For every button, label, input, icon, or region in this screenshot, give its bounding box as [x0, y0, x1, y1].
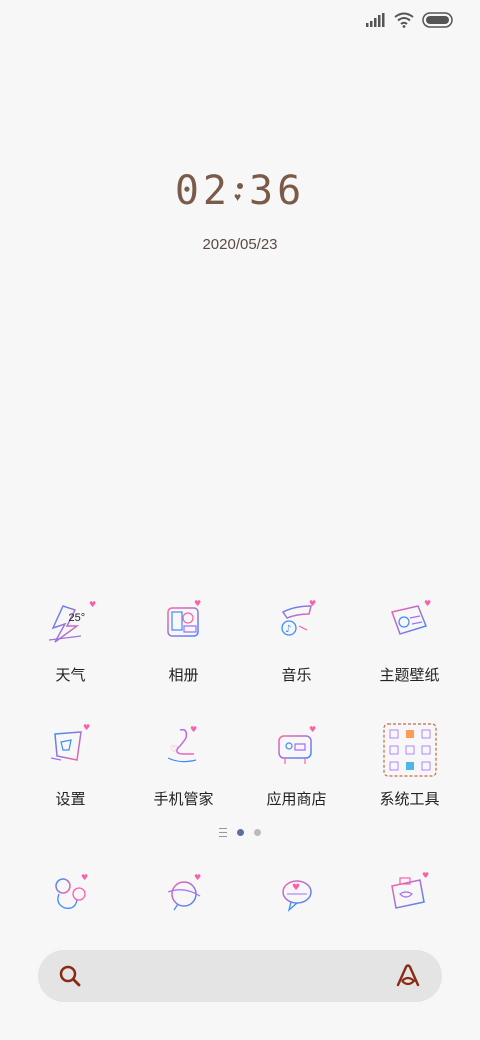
svg-text:♥: ♥ — [309, 599, 316, 608]
app-store-icon: ♥ — [267, 720, 327, 780]
search-input[interactable] — [94, 960, 378, 994]
app-label: 系统工具 — [379, 791, 440, 808]
dock-camera[interactable]: ♥ — [353, 866, 466, 926]
date-label: 2020/05/23 — [202, 236, 278, 253]
svg-text:♥: ♥ — [190, 725, 197, 734]
theme-icon: ♥ — [380, 596, 440, 656]
svg-text:♥: ♥ — [81, 873, 88, 882]
svg-text:♥: ♥ — [89, 600, 96, 609]
app-store[interactable]: ♥ 应用商店 — [240, 720, 353, 809]
app-label: 手机管家 — [153, 791, 214, 808]
app-security[interactable]: ♡ ♥ 手机管家 — [127, 720, 240, 809]
app-music[interactable]: ♪ ♥ 音乐 — [240, 596, 353, 685]
wifi-icon — [394, 12, 414, 28]
weather-temperature: 25° — [68, 612, 86, 624]
dock-phone[interactable]: ♥ — [14, 866, 127, 926]
app-label: 音乐 — [281, 667, 312, 684]
page-indicator[interactable] — [0, 828, 480, 837]
clock-widget[interactable]: 02 36 — [0, 168, 480, 214]
app-weather[interactable]: ♥ 25° 天气 — [14, 596, 127, 685]
security-icon: ♡ ♥ — [154, 720, 214, 780]
svg-text:♡: ♡ — [170, 745, 178, 755]
music-icon: ♪ ♥ — [267, 596, 327, 656]
svg-text:♥: ♥ — [194, 599, 201, 608]
app-gallery[interactable]: ♥ 相册 — [127, 596, 240, 685]
app-grid-row-2: ♥ 设置 ♡ ♥ 手机管家 ♥ 应用商店 系统工具 — [14, 720, 466, 809]
app-settings[interactable]: ♥ 设置 — [14, 720, 127, 809]
svg-text:♥: ♥ — [292, 883, 300, 893]
app-grid-row-1: ♥ 25° 天气 ♥ 相册 ♪ ♥ 音乐 ♥ 主题壁纸 — [14, 596, 466, 685]
settings-icon: ♥ — [41, 720, 101, 780]
home-screen: 02 36 2020/05/23 ♥ 25° 天气 — [0, 0, 480, 1040]
app-label: 天气 — [55, 667, 86, 684]
page-dot-active[interactable] — [237, 829, 244, 836]
app-theme[interactable]: ♥ 主题壁纸 — [353, 596, 466, 685]
svg-text:♥: ♥ — [309, 725, 316, 734]
voice-assistant-icon[interactable] — [394, 963, 422, 994]
svg-text:♥: ♥ — [422, 871, 429, 880]
chat-icon: ♥ — [267, 866, 327, 926]
status-bar — [366, 8, 454, 32]
gallery-icon: ♥ — [154, 596, 214, 656]
svg-text:♪: ♪ — [285, 624, 291, 635]
clock-hours: 02 — [174, 168, 231, 214]
svg-text:♥: ♥ — [194, 873, 201, 882]
clock-colon-heart-icon — [231, 173, 249, 213]
camera-icon: ♥ — [380, 866, 440, 926]
app-label: 应用商店 — [266, 791, 327, 808]
app-label: 主题壁纸 — [379, 667, 440, 684]
clock-minutes: 36 — [249, 168, 306, 214]
messages-icon: ♥ — [154, 866, 214, 926]
battery-icon — [422, 12, 454, 28]
dock-messages[interactable]: ♥ — [127, 866, 240, 926]
app-label: 相册 — [168, 667, 199, 684]
dock: ♥ ♥ ♥ ♥ — [14, 866, 466, 926]
svg-text:♥: ♥ — [83, 723, 90, 732]
app-label: 设置 — [55, 791, 86, 808]
menu-lines-icon[interactable] — [219, 828, 227, 837]
system-tools-folder-icon — [380, 720, 440, 780]
signal-icon — [366, 13, 386, 27]
svg-text:♥: ♥ — [424, 599, 431, 608]
search-bar[interactable] — [38, 950, 442, 1002]
search-icon[interactable] — [58, 964, 82, 993]
folder-system-tools[interactable]: 系统工具 — [353, 720, 466, 809]
page-dot[interactable] — [254, 829, 261, 836]
phone-icon: ♥ — [41, 866, 101, 926]
dock-chat[interactable]: ♥ — [240, 866, 353, 926]
weather-icon: ♥ 25° — [41, 596, 101, 656]
